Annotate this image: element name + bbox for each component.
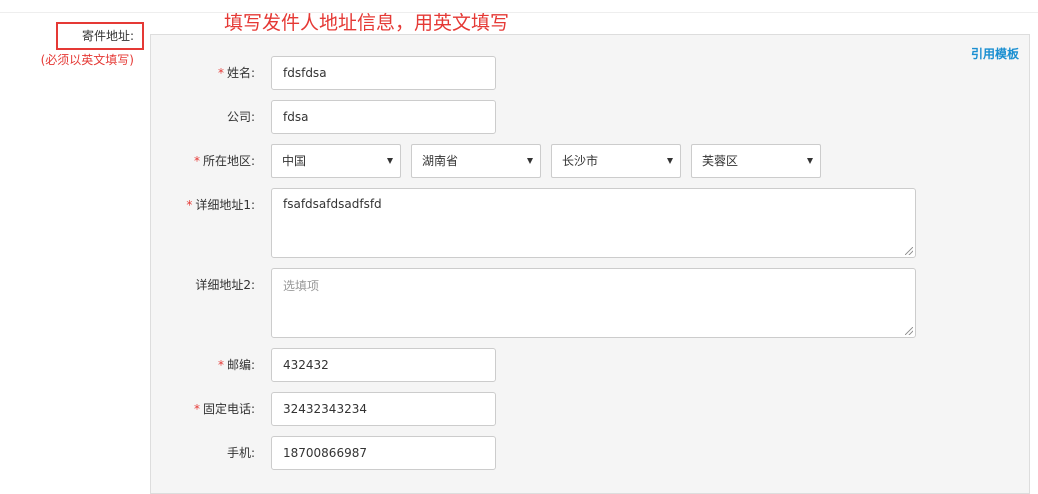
region-label: * 所在地区: bbox=[193, 154, 255, 168]
required-mark: * bbox=[186, 198, 193, 212]
postcode-row: * 邮编: 432432 bbox=[151, 348, 1029, 382]
section-note: (必须以英文填写) bbox=[40, 53, 134, 67]
address2-row: 详细地址2: 选填项 bbox=[151, 268, 1029, 338]
address2-label: 详细地址2: bbox=[195, 278, 255, 292]
caret-down-icon bbox=[387, 158, 393, 164]
address2-textarea[interactable]: 选填项 bbox=[271, 268, 916, 338]
name-input[interactable]: fdsfdsa bbox=[271, 56, 496, 90]
phone-label: * 固定电话: bbox=[193, 402, 255, 416]
sender-address-panel: 引用模板 * 姓名: fdsfdsa 公司: fdsa * 所在地区: 中国 湖南省… bbox=[150, 34, 1030, 494]
province-select-value: 湖南省 bbox=[422, 154, 459, 168]
province-select[interactable]: 湖南省 bbox=[411, 144, 541, 178]
annotation-text: 填写发件人地址信息，用英文填写 bbox=[224, 12, 510, 34]
caret-down-icon bbox=[527, 158, 533, 164]
country-select[interactable]: 中国 bbox=[271, 144, 401, 178]
caret-down-icon bbox=[807, 158, 813, 164]
address1-textarea[interactable]: fsafdsafdsadfsfd bbox=[271, 188, 916, 258]
mobile-row: 手机: 18700866987 bbox=[151, 436, 1029, 470]
postcode-label: * 邮编: bbox=[217, 358, 255, 372]
resize-grip-icon[interactable] bbox=[905, 327, 913, 335]
company-input[interactable]: fdsa bbox=[271, 100, 496, 134]
city-select[interactable]: 长沙市 bbox=[551, 144, 681, 178]
required-mark: * bbox=[193, 402, 200, 416]
required-mark: * bbox=[217, 358, 224, 372]
required-mark: * bbox=[217, 66, 224, 80]
caret-down-icon bbox=[667, 158, 673, 164]
address1-row: * 详细地址1: fsafdsafdsadfsfd bbox=[151, 188, 1029, 258]
mobile-label: 手机: bbox=[226, 446, 255, 460]
postcode-input[interactable]: 432432 bbox=[271, 348, 496, 382]
top-divider bbox=[0, 12, 1038, 13]
company-row: 公司: fdsa bbox=[151, 100, 1029, 134]
address1-label: * 详细地址1: bbox=[186, 198, 255, 212]
company-label: 公司: bbox=[226, 110, 255, 124]
city-select-value: 长沙市 bbox=[562, 154, 599, 168]
name-row: * 姓名: fdsfdsa bbox=[151, 56, 1029, 90]
required-mark: * bbox=[193, 154, 200, 168]
section-label-highlight: 寄件地址: bbox=[56, 22, 144, 50]
district-select-value: 芙蓉区 bbox=[702, 154, 739, 168]
phone-input[interactable]: 32432343234 bbox=[271, 392, 496, 426]
address1-value: fsafdsafdsadfsfd bbox=[283, 197, 382, 211]
name-label: * 姓名: bbox=[217, 66, 255, 80]
phone-row: * 固定电话: 32432343234 bbox=[151, 392, 1029, 426]
section-label: 寄件地址: bbox=[81, 29, 134, 43]
resize-grip-icon[interactable] bbox=[905, 247, 913, 255]
region-row: * 所在地区: 中国 湖南省 长沙市 芙蓉区 bbox=[151, 144, 1029, 178]
district-select[interactable]: 芙蓉区 bbox=[691, 144, 821, 178]
mobile-input[interactable]: 18700866987 bbox=[271, 436, 496, 470]
address2-placeholder: 选填项 bbox=[283, 279, 320, 293]
country-select-value: 中国 bbox=[282, 154, 307, 168]
